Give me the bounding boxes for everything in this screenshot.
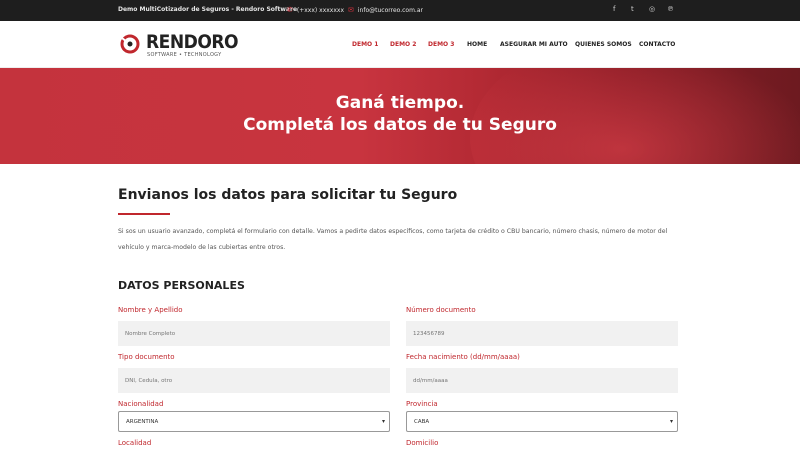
instagram-icon[interactable]: ◎ — [649, 5, 655, 13]
provincia-value: CABA — [414, 419, 430, 425]
site-header: RENDORO SOFTWARE • TECHNOLOGY DEMO 1 DEM… — [0, 21, 800, 68]
nombre-label: Nombre y Apellido — [118, 306, 183, 314]
email-text: info@tucorreo.com.ar — [357, 7, 423, 14]
nacionalidad-value: ARGENTINA — [126, 419, 159, 425]
email-contact[interactable]: ✉ info@tucorreo.com.ar — [348, 6, 423, 14]
logo-name[interactable]: RENDORO — [146, 31, 239, 53]
logo-mark-icon[interactable] — [119, 33, 141, 55]
tipo-documento-input[interactable] — [118, 368, 390, 393]
nav-demo-1[interactable]: DEMO 1 — [352, 41, 378, 48]
nav-demo-3[interactable]: DEMO 3 — [428, 41, 454, 48]
nav-home[interactable]: HOME — [467, 41, 487, 48]
documento-input[interactable] — [406, 321, 678, 346]
page-title: Envianos los datos para solicitar tu Seg… — [118, 187, 458, 203]
nacionalidad-label: Nacionalidad — [118, 400, 164, 408]
chevron-down-icon: ▾ — [669, 418, 673, 425]
nacimiento-label: Fecha nacimiento (dd/mm/aaaa) — [406, 353, 520, 361]
nav-contacto[interactable]: CONTACTO — [639, 41, 675, 48]
mail-icon: ✉ — [348, 6, 354, 14]
hero-heading-line-2: Completá los datos de tu Seguro — [243, 115, 557, 135]
facebook-icon[interactable]: f — [613, 5, 615, 13]
top-bar: Demo MultiCotizador de Seguros - Rendoro… — [0, 0, 800, 21]
title-underline — [118, 213, 170, 215]
section-title: DATOS PERSONALES — [118, 279, 245, 292]
provincia-label: Provincia — [406, 400, 438, 408]
nacimiento-input[interactable] — [406, 368, 678, 393]
hero-heading-line-1: Ganá tiempo. — [335, 93, 465, 113]
localidad-label: Localidad — [118, 439, 152, 447]
phone-icon: ✆ — [287, 6, 293, 14]
nav-demo-2[interactable]: DEMO 2 — [390, 41, 416, 48]
hero-banner: Ganá tiempo. Completá los datos de tu Se… — [0, 68, 800, 164]
nacionalidad-select[interactable]: ARGENTINA ▾ — [118, 411, 390, 432]
nav-quienes-somos[interactable]: QUIENES SOMOS — [575, 41, 632, 48]
chevron-down-icon: ▾ — [381, 418, 385, 425]
domicilio-label: Domicilio — [406, 439, 439, 447]
nav-asegurar-mi-auto[interactable]: ASEGURAR MI AUTO — [500, 41, 568, 48]
twitter-icon[interactable]: t — [631, 5, 634, 13]
site-tagline: Demo MultiCotizador de Seguros - Rendoro… — [118, 6, 298, 13]
phone-text: (+xxx) xxxxxxx — [296, 7, 344, 14]
intro-text: Si sos un usuario avanzado, completá el … — [118, 228, 668, 251]
nombre-input[interactable] — [118, 321, 390, 346]
documento-label: Número documento — [406, 306, 476, 314]
tipo-documento-label: Tipo documento — [118, 353, 175, 361]
provincia-select[interactable]: CABA ▾ — [406, 411, 678, 432]
phone-contact[interactable]: ✆ (+xxx) xxxxxxx — [287, 6, 344, 14]
pinterest-icon[interactable]: ℗ — [667, 5, 674, 13]
logo-subtitle: SOFTWARE • TECHNOLOGY — [147, 52, 222, 58]
